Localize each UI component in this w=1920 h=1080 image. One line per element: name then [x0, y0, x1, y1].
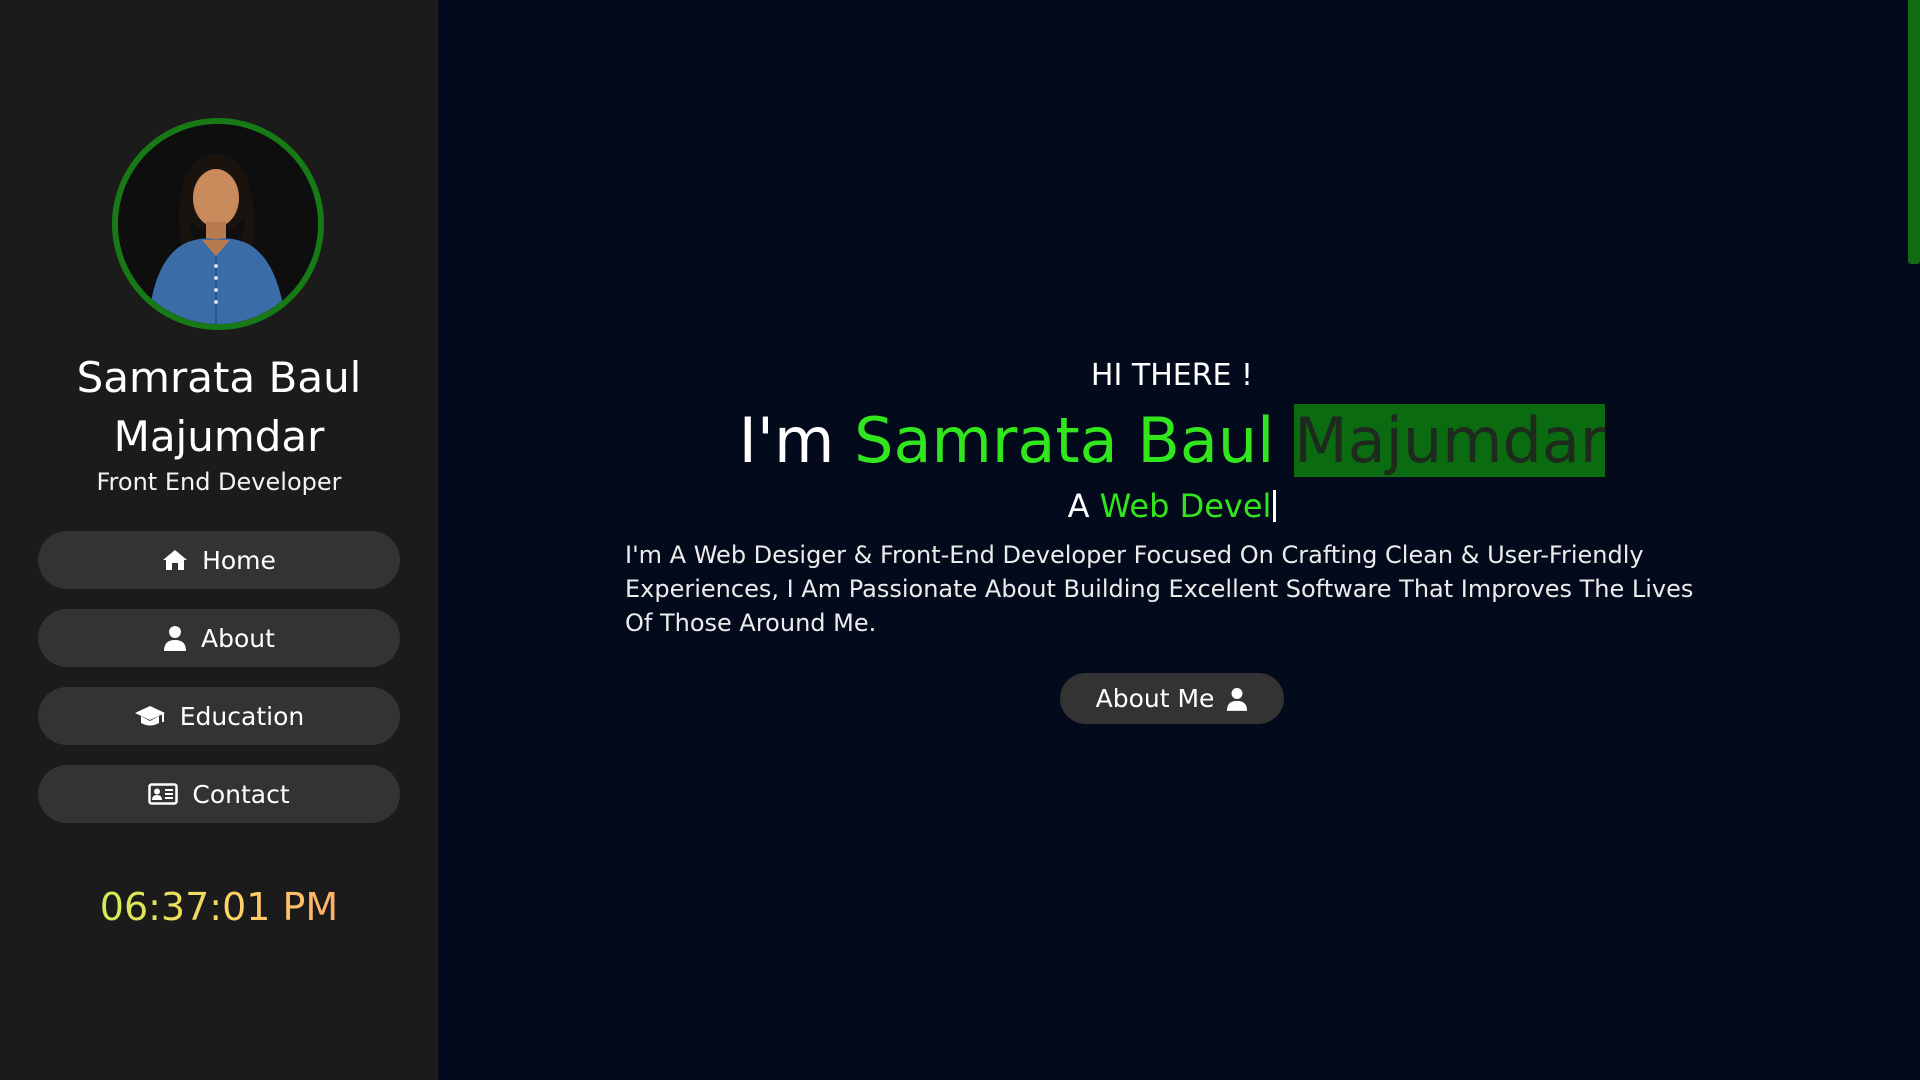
nav-education-label: Education	[179, 701, 305, 731]
intro-prefix: I'm	[738, 404, 835, 477]
hero-name-last: Majumdar	[1294, 404, 1606, 477]
graduation-cap-icon	[134, 704, 166, 728]
nav-home-label: Home	[202, 545, 276, 575]
typed-text: Web Devel	[1099, 487, 1272, 525]
profile-role: Front End Developer	[96, 468, 342, 496]
hero-description: I'm A Web Desiger & Front-End Developer …	[625, 541, 1694, 637]
nav-about-button[interactable]: About	[38, 609, 400, 667]
home-icon	[162, 548, 188, 572]
clock: 06:37:01 PM	[0, 882, 438, 932]
profile-photo	[118, 124, 318, 324]
nav-education-button[interactable]: Education	[38, 687, 400, 745]
address-card-icon	[148, 783, 179, 805]
hero-name-first: Samrata Baul	[854, 404, 1275, 477]
greeting: HI THERE !	[1090, 358, 1254, 393]
nav-home-button[interactable]: Home	[38, 531, 400, 589]
about-me-label: About Me	[1095, 684, 1215, 713]
hero-section: HI THERE ! I'm Samrata Baul Majumdar A W…	[438, 0, 1920, 1080]
nav-about-label: About	[201, 623, 275, 653]
profile-name: Samrata Baul Majumdar	[76, 353, 362, 461]
avatar	[112, 118, 324, 330]
typed-role: A Web Devel	[438, 484, 1906, 528]
hero-headline: I'm Samrata Baul Majumdar	[438, 398, 1906, 484]
typing-cursor	[1273, 490, 1277, 522]
scrollbar-thumb[interactable]	[1908, 0, 1920, 264]
user-icon	[163, 625, 187, 651]
nav-contact-button[interactable]: Contact	[38, 765, 400, 823]
portfolio-page: Samrata Baul Majumdar Front End Develope…	[0, 0, 1920, 1080]
nav-contact-label: Contact	[192, 779, 290, 809]
about-me-button[interactable]: About Me	[1060, 673, 1284, 724]
typed-prefix: A	[1067, 487, 1090, 525]
sidebar: Samrata Baul Majumdar Front End Develope…	[0, 0, 438, 1080]
user-icon	[1226, 687, 1248, 711]
